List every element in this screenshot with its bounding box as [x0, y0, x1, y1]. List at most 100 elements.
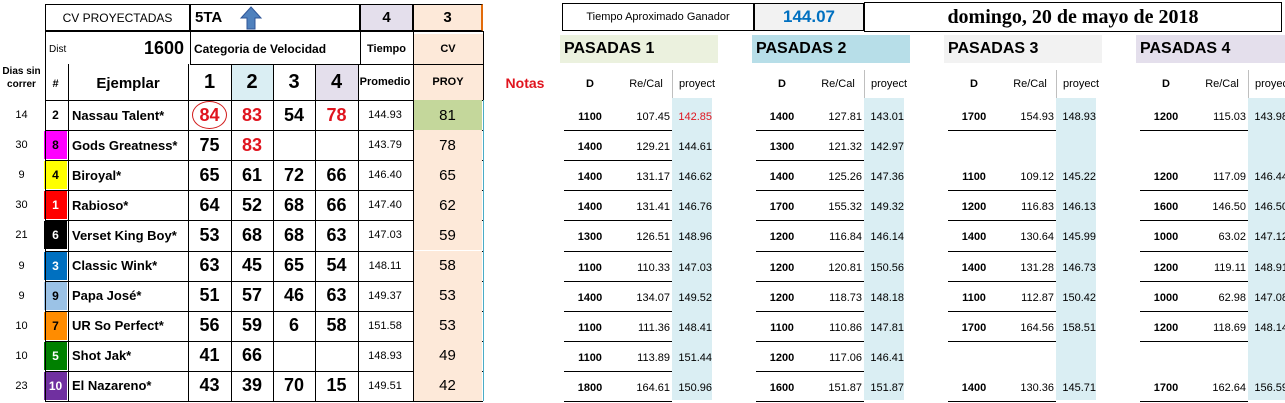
pasada-underline [1140, 340, 1248, 342]
speed-c3: 65 [283, 255, 305, 276]
pasada-2-proyect: 150.56 [870, 261, 904, 274]
pasadas-1-recal-label: Re/Cal [629, 78, 663, 90]
pasada-2-proyect: 147.36 [870, 171, 904, 184]
pasada-underline [948, 250, 1056, 252]
pasada-3-recal: 130.64 [1020, 231, 1054, 244]
hdr-vline-t1 [360, 31, 361, 64]
pasada-3-recal [1002, 132, 1058, 162]
pasada-underline [756, 190, 864, 192]
pasada-3-distance: 1400 [961, 231, 987, 244]
speed-c1: 64 [199, 194, 220, 215]
pasada-underline [948, 220, 1056, 222]
speed-c4: 54 [326, 255, 347, 276]
speed-c4: 66 [326, 194, 347, 215]
dias-cell: 9 [18, 259, 25, 272]
cv-proy-cell: 59 [413, 220, 482, 251]
pasada-1-proyect: 146.76 [678, 201, 712, 214]
pasada-4-proyect: 147.08 [1254, 291, 1285, 304]
pasada-4-recal [1194, 343, 1250, 373]
speed-c4: 63 [326, 285, 347, 306]
race-date: domingo, 20 de mayo de 2018 [864, 2, 1282, 32]
cv-proy-cell: 42 [413, 370, 482, 401]
pasadas-rule-3 [1248, 70, 1249, 98]
pasada-4-distance: 1200 [1153, 171, 1179, 184]
pasada-underline [564, 370, 672, 372]
body-vline-1 [68, 100, 69, 401]
promedio-cell: 147.03 [368, 229, 402, 242]
hdr-vline-left [45, 4, 46, 100]
pasada-1-recal: 131.17 [636, 171, 670, 184]
pasada-4-recal [1194, 132, 1250, 162]
dias-cell: 30 [15, 139, 28, 152]
horse-name: Shot Jak* [72, 348, 132, 364]
cv-proy-cell: 53 [413, 280, 482, 311]
proy-label: PROY [413, 64, 483, 100]
horse-number: 9 [44, 281, 67, 310]
pasada-3-recal: 130.36 [1020, 381, 1054, 394]
pasada-1-proyect: 150.96 [678, 381, 712, 394]
pasada-3-distance: 1100 [962, 171, 986, 184]
hdr-vline-t2 [413, 31, 414, 64]
pasada-4-distance: 1200 [1153, 321, 1179, 334]
horse-name: Rabioso* [72, 197, 129, 213]
pasadas-1-d-label: D [586, 78, 594, 90]
cv-proy-cell: 78 [413, 130, 482, 161]
pasada-2-proyect: 142.97 [870, 141, 904, 154]
pasada-underline [564, 280, 672, 282]
pasada-1-distance: 1400 [577, 291, 603, 304]
pasada-4-proyect: 148.14 [1254, 321, 1285, 334]
pasada-2-proyect: 148.18 [870, 291, 904, 304]
pasada-2-proyect: 146.14 [870, 231, 904, 244]
pasada-underline [1140, 130, 1248, 132]
pasada-4-distance [1136, 132, 1196, 162]
pasada-1-distance: 1800 [577, 381, 603, 394]
horse-number: 1 [44, 191, 67, 220]
pasada-4-proyect: 143.98 [1254, 111, 1285, 124]
pasada-3-distance: 1700 [961, 321, 987, 334]
dias-cell: 10 [15, 319, 28, 332]
horse-name: Gods Greatness* [72, 137, 178, 153]
pasada-2-recal: 151.87 [828, 381, 862, 394]
pasada-1-proyect: 146.62 [678, 171, 712, 184]
box-3: 3 [413, 4, 483, 31]
pasada-1-distance: 1100 [578, 321, 602, 334]
dist-value: 1600 [143, 37, 184, 58]
pasada-4-proyect: 148.91 [1254, 261, 1285, 274]
promedio-cell: 148.93 [368, 349, 402, 362]
body-vline-right [483, 100, 484, 401]
pasadas-1-proyect-label: proyect [678, 78, 716, 90]
pasada-underline [756, 340, 864, 342]
dias-cell: 9 [18, 169, 25, 182]
promedio-cell: 144.93 [368, 109, 402, 122]
pasadas-2-proyect-label: proyect [870, 78, 908, 90]
pasadas-rule-2 [1056, 70, 1057, 98]
pasada-4-recal: 63.02 [1218, 231, 1246, 244]
pasada-underline [564, 160, 672, 162]
pasada-4-proyect [1248, 343, 1285, 373]
pasada-3-distance: 1400 [961, 381, 987, 394]
hdr-vline-cat [190, 31, 191, 64]
dias-cell: 21 [15, 229, 28, 242]
speed-c2: 45 [241, 255, 263, 276]
speed-c4: 63 [326, 224, 347, 245]
pasada-3-distance [944, 343, 1004, 373]
dist-label: Dist [49, 43, 67, 55]
pasada-4-distance: 1000 [1153, 231, 1179, 244]
hdr-vline-3 [315, 64, 316, 100]
pasadas-2-title: PASADAS 2 [752, 35, 910, 63]
pasada-1-recal: 131.41 [636, 201, 670, 214]
body-vline-4 [273, 100, 274, 401]
hdr-vline-5 [413, 64, 414, 100]
pasada-3-recal [1002, 343, 1058, 373]
cv-proy-cell: 49 [413, 340, 482, 371]
pasada-1-recal: 129.21 [636, 141, 670, 154]
speed-c3: 54 [283, 104, 305, 125]
pasada-1-proyect: 142.85 [678, 111, 712, 124]
horse-name: El Nazareno* [72, 378, 152, 394]
pasadas-rule-0 [672, 70, 673, 98]
pasada-2-recal: 110.86 [829, 321, 862, 334]
speed-c2: 83 [241, 104, 263, 125]
speed-c1: 65 [199, 164, 220, 185]
pasada-4-distance: 1700 [1153, 381, 1179, 394]
pasada-3-distance: 1400 [961, 261, 987, 274]
